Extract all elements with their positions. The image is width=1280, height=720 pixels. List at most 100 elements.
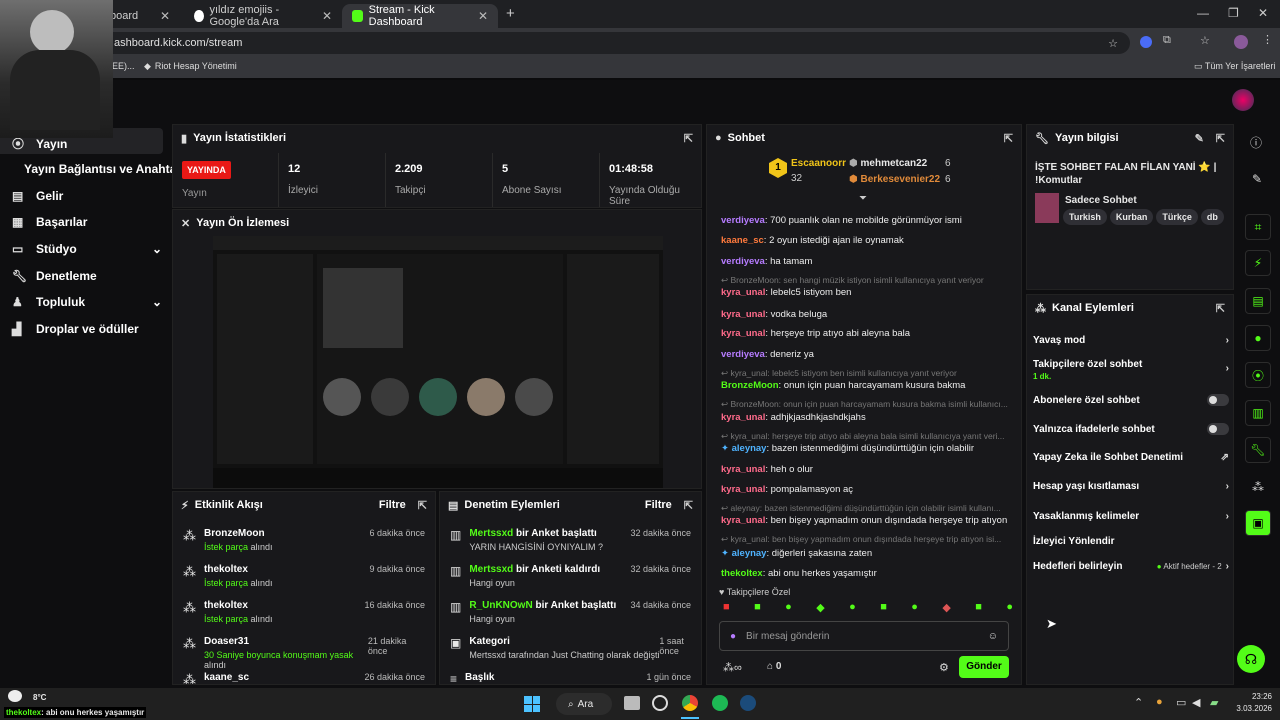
emote-icon[interactable]: ● <box>785 601 792 617</box>
action-ai-moderation[interactable]: Yapay Zeka ile Sohbet Denetimi ⇗ <box>1033 452 1229 463</box>
bookmark-item[interactable]: EE)... <box>112 61 135 71</box>
popout-icon[interactable]: ⇱ <box>1216 302 1225 315</box>
action-goals[interactable]: Hedefleri belirleyin ● Aktif hedefler - 2… <box>1033 561 1229 572</box>
loyalty-icon[interactable]: ⁂∞ <box>723 661 742 674</box>
apps-icon[interactable]: ▣ <box>1245 510 1271 536</box>
maximize-icon[interactable]: ❐ <box>1228 6 1239 20</box>
emote-icon[interactable]: ■ <box>723 601 730 617</box>
chat-username[interactable]: aleynay <box>732 548 767 559</box>
send-button[interactable]: Gönder <box>959 656 1009 678</box>
emote-icon[interactable]: ◆ <box>816 601 824 617</box>
sidebar-item-gelir[interactable]: ▤ Gelir <box>12 189 63 203</box>
battery-icon[interactable]: ▰ <box>1210 696 1218 709</box>
popout-icon[interactable]: ⇱ <box>684 499 693 512</box>
activity-user[interactable]: thekoltex <box>204 564 273 575</box>
emote-icon[interactable]: ● <box>849 601 856 617</box>
close-icon[interactable]: ✕ <box>322 9 332 23</box>
community-icon[interactable]: ⁂ <box>1252 480 1264 494</box>
activity-user[interactable]: Doaser31 <box>204 636 368 647</box>
popout-icon[interactable]: ⇱ <box>1004 132 1013 145</box>
edit-icon[interactable]: ✎ <box>1252 172 1262 186</box>
chat-settings-icon[interactable]: ⚙ <box>939 661 949 674</box>
spotify-icon[interactable] <box>712 695 728 711</box>
chat-username[interactable]: kaane_sc <box>721 235 764 246</box>
mod-user[interactable]: Mertssxd <box>469 528 513 539</box>
sidebar-item-studyo[interactable]: ▭ Stüdyo ⌄ <box>12 242 162 256</box>
chat-username[interactable]: kyra_unal <box>721 309 765 320</box>
mod-user[interactable]: R_UnKNOwN <box>469 600 532 611</box>
sidebar-item-basarilar[interactable]: ▦ Başarılar <box>12 215 87 229</box>
broadcast-icon[interactable]: ⦿ <box>1245 362 1271 388</box>
close-icon[interactable]: ✕ <box>160 9 170 23</box>
network-icon[interactable]: ▭ <box>1176 696 1186 709</box>
star-icon[interactable]: ☆ <box>1108 37 1118 50</box>
sidebar-item-denetleme[interactable]: 🔧︎ Denetleme <box>12 269 97 283</box>
taskbar-search[interactable]: ⌕ Ara <box>556 693 612 715</box>
close-icon[interactable]: ✕ <box>478 9 488 23</box>
popout-icon[interactable]: ⇱ <box>418 499 427 512</box>
new-tab-button[interactable]: + <box>506 5 515 22</box>
chat-scrollbar[interactable] <box>1021 555 1022 579</box>
user-avatar[interactable] <box>1232 89 1254 111</box>
task-view-icon[interactable] <box>624 696 640 710</box>
chat-username[interactable]: verdiyeva <box>721 349 765 360</box>
menu-icon[interactable]: ⋮ <box>1262 33 1273 46</box>
sidebar-item-topluluk[interactable]: ♟ Topluluk ⌄ <box>12 295 162 309</box>
tag[interactable]: db <box>1200 209 1224 225</box>
extension-icon[interactable] <box>1140 36 1152 48</box>
filter-button[interactable]: Filtre <box>379 499 406 511</box>
chat-username[interactable]: kyra_unal <box>721 328 765 339</box>
all-bookmarks[interactable]: ▭ Tüm Yer İşaretleri <box>1194 61 1275 72</box>
chat-username[interactable]: kyra_unal <box>721 464 765 475</box>
emote-icon[interactable]: ■ <box>975 601 982 617</box>
subs-only-toggle[interactable] <box>1207 394 1229 406</box>
wrench-icon[interactable]: 🔧︎ <box>1245 437 1271 463</box>
chat-bubble-icon[interactable]: ● <box>1245 325 1271 351</box>
clock-time[interactable]: 23:26 <box>1246 692 1272 701</box>
sidebar-item-stream-key[interactable]: Yayın Bağlantısı ve Anahtarı <box>24 162 184 176</box>
mic-icon[interactable]: ● <box>1156 696 1163 708</box>
app-icon[interactable] <box>652 695 668 711</box>
chat-username[interactable]: kyra_unal <box>721 287 765 298</box>
action-emote-only[interactable]: Yalnızca ifadelerle sohbet <box>1033 423 1229 435</box>
leader-name[interactable]: mehmetcan22 <box>861 158 928 169</box>
bolt-icon[interactable]: ⚡︎ <box>1245 250 1271 276</box>
stack-icon[interactable]: ▥ <box>1245 400 1271 426</box>
steam-icon[interactable] <box>740 695 756 711</box>
windows-start-icon[interactable] <box>524 696 540 712</box>
edit-icon[interactable]: ✎ <box>1195 132 1204 145</box>
emoji-icon[interactable]: ☺ <box>988 631 998 642</box>
collapse-icon[interactable]: ⏷ <box>859 193 867 204</box>
emote-icon[interactable]: ■ <box>754 601 761 617</box>
action-subs-only[interactable]: Abonelere özel sohbet <box>1033 394 1229 406</box>
chat-input[interactable]: ● Bir mesaj gönderin ☺ <box>719 621 1009 651</box>
points-display[interactable]: ⌂ 0 <box>767 661 781 672</box>
bookmark-icon[interactable]: ☆ <box>1200 34 1210 47</box>
emote-icon[interactable]: ● <box>911 601 918 617</box>
category-name[interactable]: Sadece Sohbet <box>1065 195 1137 206</box>
profile-avatar[interactable] <box>1234 35 1248 49</box>
url-input[interactable]: ashboard.kick.com/stream ☆ <box>100 32 1130 54</box>
info-icon[interactable]: ⓘ <box>1250 134 1262 151</box>
puzzle-icon[interactable]: ⧉ <box>1163 34 1171 47</box>
tray-chevron-icon[interactable]: ⌃ <box>1134 696 1143 709</box>
clock-date[interactable]: 3.03.2026 <box>1232 704 1272 713</box>
mod-user[interactable]: Mertssxd <box>469 564 513 575</box>
emote-only-toggle[interactable] <box>1207 423 1229 435</box>
popout-icon[interactable]: ⇱ <box>1216 132 1225 145</box>
bookmark-item[interactable]: ◆ Riot Hesap Yönetimi <box>144 61 237 72</box>
popout-icon[interactable]: ⇱ <box>684 132 693 145</box>
leader-name[interactable]: Escaanoorr <box>791 158 846 169</box>
sidebar-item-droplar[interactable]: ▟ Droplar ve ödüller <box>12 322 139 336</box>
emote-icon[interactable]: ◆ <box>942 601 950 617</box>
chat-username[interactable]: verdiyeva <box>721 215 765 226</box>
activity-user[interactable]: thekoltex <box>204 600 273 611</box>
browser-tab[interactable]: yıldız emojiis - Google'da Ara ✕ <box>184 4 342 28</box>
activity-user[interactable]: BronzeMoon <box>204 528 273 539</box>
chat-username[interactable]: verdiyeva <box>721 256 765 267</box>
filter-button[interactable]: Filtre <box>645 499 672 511</box>
clipboard-icon[interactable]: ▤ <box>1245 288 1271 314</box>
volume-icon[interactable]: ◀ <box>1192 696 1200 709</box>
scan-icon[interactable]: ⌗ <box>1245 214 1271 240</box>
chat-username[interactable]: aleynay <box>732 443 767 454</box>
